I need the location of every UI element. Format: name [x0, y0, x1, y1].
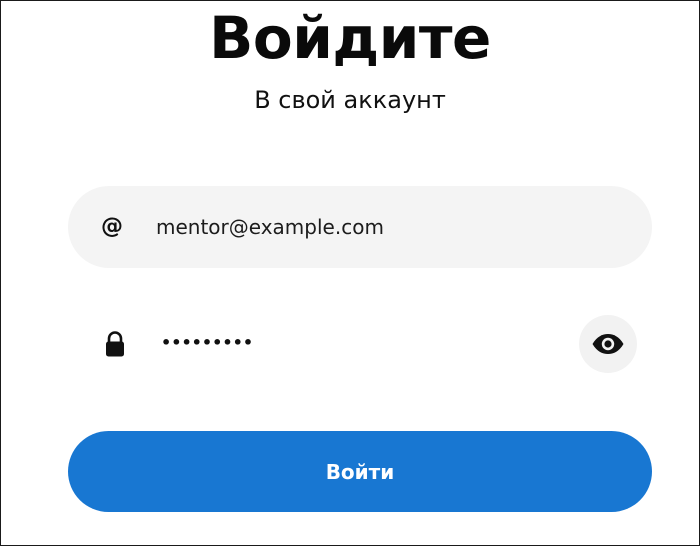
- email-field[interactable]: @ mentor@example.com: [68, 186, 652, 268]
- lock-icon: [104, 331, 126, 357]
- login-submit-label: Войти: [325, 459, 395, 484]
- toggle-password-visibility-button[interactable]: [579, 315, 637, 373]
- eye-icon: [591, 333, 625, 355]
- login-window: Войдите В свой аккаунт @ mentor@example.…: [0, 0, 700, 546]
- login-submit-button[interactable]: Войти: [68, 431, 652, 512]
- password-field[interactable]: •••••••••: [68, 303, 652, 385]
- at-sign-icon: @: [101, 214, 123, 239]
- email-input-value[interactable]: mentor@example.com: [156, 210, 384, 244]
- page-title: Войдите: [209, 4, 491, 72]
- page-subtitle: В свой аккаунт: [254, 86, 446, 114]
- password-input-value[interactable]: •••••••••: [161, 326, 253, 360]
